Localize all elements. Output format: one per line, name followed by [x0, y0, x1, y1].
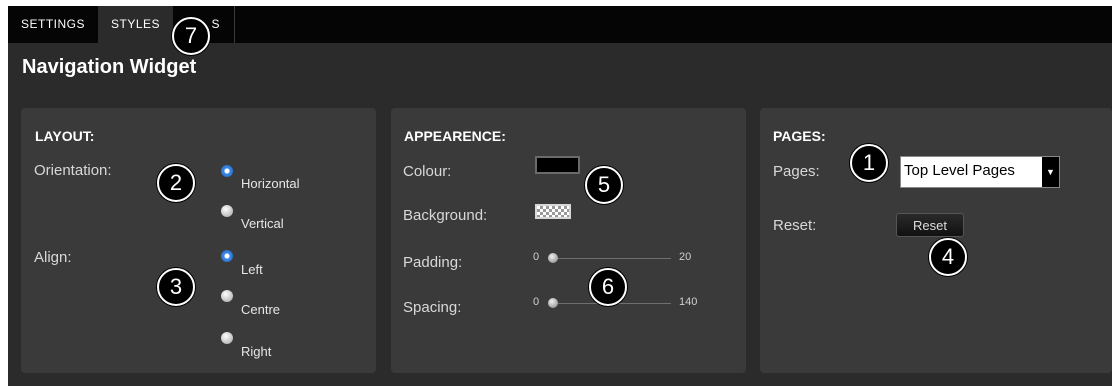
- tab-styles[interactable]: STYLES: [98, 6, 173, 43]
- orientation-horizontal-radio[interactable]: [221, 165, 233, 177]
- callout-marker-1: 1: [850, 144, 888, 182]
- orientation-horizontal-label: Horizontal: [241, 176, 300, 191]
- appearance-heading: APPEARENCE:: [404, 128, 506, 144]
- chevron-down-icon[interactable]: ▼: [1042, 157, 1059, 187]
- appearance-panel: APPEARENCE: Colour: Background: Padding:…: [391, 108, 746, 373]
- layout-heading: LAYOUT:: [35, 128, 95, 144]
- align-left-label: Left: [241, 262, 263, 277]
- background-label: Background:: [403, 207, 488, 224]
- pages-heading: PAGES:: [773, 128, 826, 144]
- tab-settings[interactable]: SETTINGS: [8, 6, 98, 43]
- padding-label: Padding:: [403, 254, 463, 271]
- callout-marker-6: 6: [589, 268, 627, 306]
- align-centre-label: Centre: [241, 302, 281, 317]
- callout-marker-7: 7: [172, 17, 210, 55]
- background-swatch[interactable]: [535, 204, 571, 219]
- padding-max: 20: [679, 251, 692, 263]
- widget-editor: SETTINGS STYLES S Navigation Widget LAYO…: [8, 6, 1112, 386]
- page-title: Navigation Widget: [22, 56, 197, 78]
- callout-marker-5: 5: [585, 166, 623, 204]
- orientation-vertical-radio[interactable]: [221, 205, 233, 217]
- colour-label: Colour:: [403, 163, 452, 180]
- padding-slider-track[interactable]: [553, 258, 671, 259]
- align-label: Align:: [34, 249, 72, 266]
- pages-label: Pages:: [773, 163, 820, 180]
- callout-marker-3: 3: [157, 268, 195, 306]
- align-right-label: Right: [241, 344, 272, 359]
- orientation-vertical-label: Vertical: [241, 216, 284, 231]
- callout-marker-2: 2: [157, 164, 195, 202]
- reset-label: Reset:: [773, 217, 817, 234]
- pages-panel: PAGES: Pages: Top Level Pages ▼ Reset: R…: [760, 108, 1112, 373]
- orientation-label: Orientation:: [34, 162, 112, 179]
- tab-third-label: S: [211, 17, 220, 31]
- spacing-label: Spacing:: [403, 299, 462, 316]
- pages-select[interactable]: Top Level Pages ▼: [900, 156, 1060, 188]
- align-left-radio[interactable]: [221, 250, 233, 262]
- callout-marker-4: 4: [929, 238, 967, 276]
- pages-select-value: Top Level Pages: [904, 162, 1015, 179]
- spacing-slider-handle[interactable]: [548, 298, 558, 308]
- spacing-max: 140: [679, 296, 698, 308]
- padding-min: 0: [533, 251, 540, 263]
- align-right-radio[interactable]: [221, 332, 233, 344]
- align-centre-radio[interactable]: [221, 290, 233, 302]
- padding-slider-handle[interactable]: [548, 253, 558, 263]
- spacing-min: 0: [533, 296, 540, 308]
- colour-swatch[interactable]: [535, 156, 580, 174]
- reset-button[interactable]: Reset: [896, 213, 964, 237]
- layout-panel: LAYOUT: Orientation: Horizontal Vertical…: [21, 108, 376, 373]
